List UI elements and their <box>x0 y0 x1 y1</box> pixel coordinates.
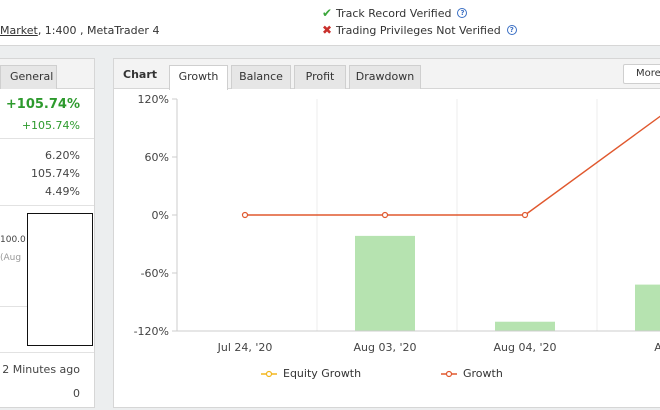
account-header: Market, 1:400 , MetaTrader 4 ✔ Track Rec… <box>0 0 660 46</box>
y-tick-label: -120% <box>134 325 169 338</box>
chart-bar <box>635 284 660 331</box>
trading-privileges-label: Trading Privileges Not Verified <box>336 23 501 37</box>
balance-fragment: 100.0 <box>0 235 26 245</box>
legend-label: Growth <box>463 367 503 380</box>
stat-value: 4.49% <box>45 185 80 198</box>
equity-growth-legend-icon <box>261 370 277 377</box>
broker-market-link[interactable]: Market <box>0 24 38 37</box>
stat-count: 0 <box>73 387 80 400</box>
legend-label: Equity Growth <box>283 367 362 380</box>
broker-info: Market, 1:400 , MetaTrader 4 <box>0 24 159 37</box>
x-tick-label: Aug <box>654 341 660 354</box>
growth-point <box>241 211 249 219</box>
tab-drawdown[interactable]: Drawdown <box>349 65 421 89</box>
more-button[interactable]: More <box>623 64 660 84</box>
broker-details: , 1:400 , MetaTrader 4 <box>37 24 160 37</box>
growth-point <box>521 211 529 219</box>
stats-tab-bar: General <box>0 59 94 89</box>
divider <box>0 352 94 353</box>
growth-point <box>381 211 389 219</box>
x-tick-label: Jul 24, '20 <box>217 341 273 354</box>
chart-panel: Chart Growth Balance Profit Drawdown Mor… <box>113 58 660 408</box>
track-record-status: ✔ Track Record Verified ? <box>322 6 468 20</box>
stats-panel: General +105.74% +105.74% 6.20% 105.74% … <box>0 58 95 408</box>
chart-title: Chart <box>123 68 158 81</box>
help-icon[interactable]: ? <box>457 8 468 18</box>
trading-privileges-status: ✖ Trading Privileges Not Verified ? <box>322 23 517 37</box>
track-record-label: Track Record Verified <box>336 6 452 20</box>
gain-value: +105.74% <box>5 97 80 112</box>
growth-series-line <box>245 115 660 216</box>
y-tick-label: 120% <box>138 93 169 106</box>
empty-widget-box <box>27 213 93 346</box>
tab-balance[interactable]: Balance <box>231 65 291 89</box>
stat-value: 105.74% <box>31 167 80 180</box>
growth-chart: 120% 60% 0% -60% -120% Jul 24, '20 Aug 03, '20… <box>134 93 660 354</box>
divider <box>0 205 94 206</box>
y-tick-label: 60% <box>145 151 169 164</box>
growth-legend-icon <box>441 370 457 377</box>
tab-general[interactable]: General <box>0 65 57 89</box>
legend-growth[interactable]: Growth <box>441 367 503 380</box>
divider <box>0 306 27 307</box>
chart-bar <box>355 235 415 331</box>
tab-profit[interactable]: Profit <box>294 65 346 89</box>
divider <box>0 138 94 139</box>
date-fragment: (Aug <box>0 253 22 263</box>
tab-growth[interactable]: Growth <box>169 65 228 90</box>
chart-tab-bar: Chart Growth Balance Profit Drawdown Mor… <box>114 59 660 90</box>
legend-equity-growth[interactable]: Equity Growth <box>261 367 361 380</box>
x-tick-label: Aug 03, '20 <box>354 341 417 354</box>
chart-bar <box>495 321 555 331</box>
updated-time: 2 Minutes ago <box>2 363 80 376</box>
y-tick-label: -60% <box>141 267 169 280</box>
cross-icon: ✖ <box>322 23 333 37</box>
y-tick-label: 0% <box>152 209 169 222</box>
stat-value: 6.20% <box>45 149 80 162</box>
absolute-gain-value: +105.74% <box>21 119 80 132</box>
x-tick-label: Aug 04, '20 <box>494 341 557 354</box>
check-icon: ✔ <box>322 6 333 20</box>
help-icon[interactable]: ? <box>506 25 517 35</box>
